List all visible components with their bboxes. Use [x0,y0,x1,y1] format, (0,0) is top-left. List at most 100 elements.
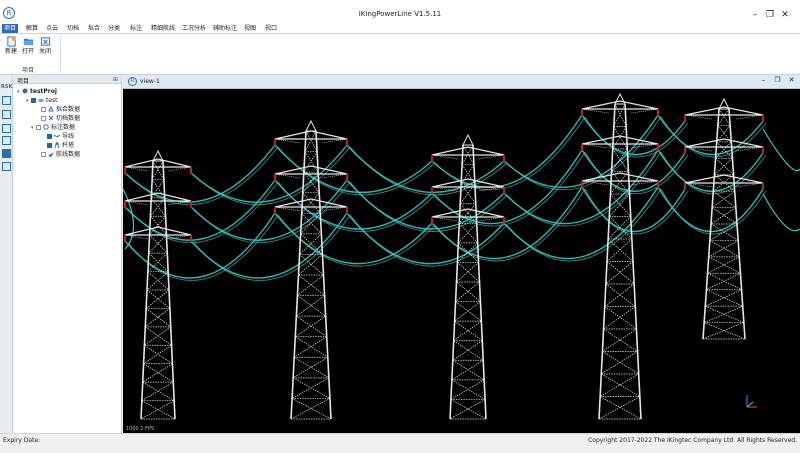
menu-condition-analysis[interactable]: 工况分析 [180,24,208,33]
new-project-label: 新建 [4,48,17,55]
left-toolbar: RSK [0,75,13,433]
conductor-line [346,144,505,194]
segment-data-icon [48,115,54,121]
visibility-checkbox[interactable] [41,107,46,112]
layer-tool-1-icon[interactable] [2,96,11,105]
open-project-label: 打开 [21,48,34,55]
tree-item-fit-data[interactable]: 拟合数据 [36,105,80,114]
conductor-line [762,193,800,232]
visibility-checkbox[interactable] [47,134,52,139]
ribbon: 新建 打开 关闭 项目 [0,33,800,75]
new-project-icon [6,36,16,47]
point-cloud-scene[interactable] [123,89,800,433]
app-title: IKingPowerLine V1.5.11 [358,10,442,18]
expiry-date: Expiry Date: [3,437,41,444]
visibility-checkbox[interactable] [36,125,41,130]
menu-bar: 项目 解算 点云 切档 拟合 分类 标注 精细航线 工况分析 辅助标注 视图 视… [0,24,800,33]
tree-item-label: 切档数据 [56,115,81,122]
view-minimize-button[interactable]: – [759,76,768,84]
pin-icon[interactable]: ⊞ [113,76,118,83]
menu-project[interactable]: 项目 [2,24,19,33]
menu-segment[interactable]: 切档 [65,24,81,33]
new-project-button[interactable]: 新建 [3,36,19,56]
menu-fine-route[interactable]: 精细航线 [149,24,177,33]
tree-item-label: test [46,97,58,104]
project-panel: 项目 ⊞ ▾ testProj ▾ test 拟合数据 切档数据 ▾ 标注数据 导线 … [14,75,122,433]
view-logo-icon: R [128,77,137,86]
close-window-button[interactable]: ✕ [778,8,792,22]
tree-item-project[interactable]: ▾ testProj [17,87,57,96]
viewport-3d[interactable]: R view-1 – ❐ ✕ 1000.1 FPS [123,75,800,433]
fps-readout: 1000.1 FPS [126,426,155,432]
conductor-line [124,179,276,241]
tower-icon [54,142,60,148]
layer-tool-4-icon[interactable] [2,136,11,145]
tree-item-segment-data[interactable]: 切档数据 [36,114,80,123]
visibility-checkbox[interactable] [41,116,46,121]
menu-assist-annotate[interactable]: 辅助标注 [211,24,239,33]
fit-data-icon [48,106,54,112]
tree-item-label: 杆塔 [62,142,75,149]
annotation-data-icon [43,124,49,130]
project-panel-header: 项目 ⊞ [14,75,121,85]
conductor-line [584,116,689,158]
ribbon-separator [60,36,61,72]
visibility-checkbox[interactable] [47,143,52,148]
conductor-line [584,188,689,235]
tree-item-label: 拟合数据 [56,106,81,113]
ribbon-group-label: 项目 [22,67,35,74]
viewport-header: R view-1 – ❐ ✕ [123,75,800,89]
left-toolbar-label: RSK [1,84,13,90]
conductor-line [127,146,279,206]
tree-item-label: 标注数据 [51,124,76,131]
transmission-tower[interactable] [124,149,192,420]
tree-item-label: 航线数据 [56,151,81,158]
maximize-button[interactable]: ❐ [763,8,777,22]
visibility-checkbox[interactable] [31,98,36,103]
tree-item-label: testProj [30,88,57,95]
menu-classify[interactable]: 分类 [106,24,122,33]
visibility-checkbox[interactable] [41,152,46,157]
viewport-title: view-1 [140,78,160,85]
conductor-icon [54,134,60,137]
menu-fit[interactable]: 拟合 [86,24,102,33]
view-close-button[interactable]: ✕ [787,76,796,84]
tree-item-route-data[interactable]: 航线数据 [36,150,80,159]
menu-solve[interactable]: 解算 [24,24,40,33]
conductor-line [660,116,767,158]
close-project-icon [40,37,50,46]
title-bar: R IKingPowerLine V1.5.11 – ❐ ✕ [0,0,800,24]
close-project-button[interactable]: 关闭 [37,36,53,56]
transmission-tower[interactable] [431,133,505,420]
tree-item-test[interactable]: ▾ test [26,96,58,105]
tree-item-tower[interactable]: 杆塔 [47,141,74,150]
conductor-line [584,151,689,195]
view-restore-button[interactable]: ❐ [773,76,782,84]
menu-annotate[interactable]: 标注 [128,24,144,33]
layer-tool-6-icon[interactable] [2,162,11,171]
minimize-button[interactable]: – [748,8,762,22]
layer-tool-3-icon[interactable] [2,124,11,133]
project-icon [22,88,28,94]
tree-item-label: 导线 [62,133,75,140]
project-panel-title: 项目 [17,78,30,85]
layer-tool-2-icon[interactable] [2,110,11,119]
status-bar: Expiry Date: Copyright 2017-2022 The IKi… [0,433,800,453]
conductor-line [431,114,583,188]
tree-item-annotation-data[interactable]: ▾ 标注数据 [31,123,75,132]
menu-view[interactable]: 视图 [242,24,258,33]
cloud-icon [38,98,44,103]
axis-y-icon [746,401,754,408]
conductor-line [762,128,800,172]
route-data-icon [48,152,54,157]
conductor-line [124,144,276,203]
close-project-label: 关闭 [38,48,51,55]
menu-viewport[interactable]: 视口 [263,24,279,33]
layer-tool-5-icon[interactable] [2,149,11,158]
copyright-notice: Copyright 2017-2022 The IKingtec Company… [588,437,797,444]
tree-item-conductor[interactable]: 导线 [47,132,74,141]
open-folder-icon [23,38,33,46]
menu-pointcloud[interactable]: 点云 [44,24,60,33]
transmission-tower[interactable] [274,119,348,420]
open-project-button[interactable]: 打开 [20,36,36,56]
